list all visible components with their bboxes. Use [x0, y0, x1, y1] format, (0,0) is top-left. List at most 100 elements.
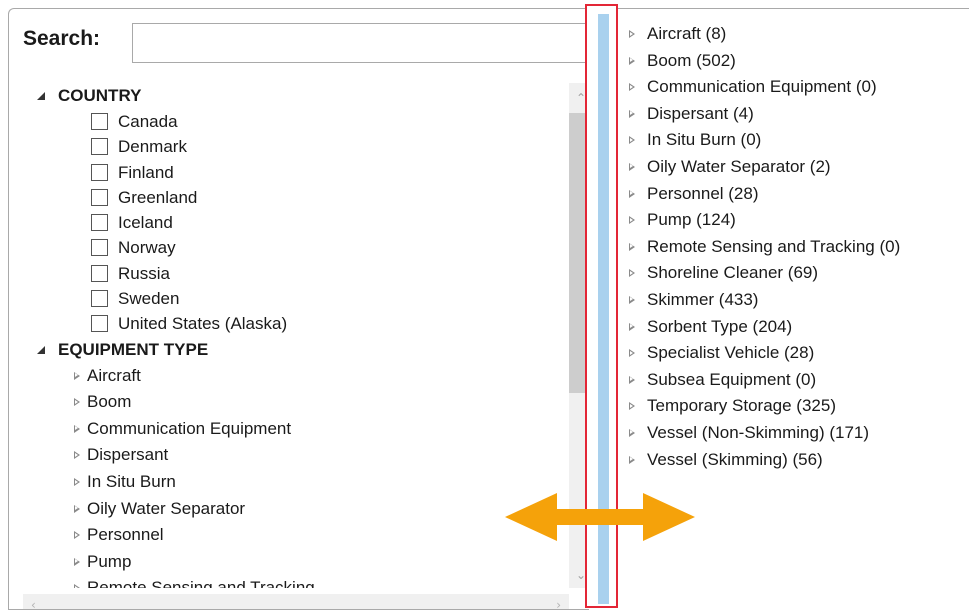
result-remote-sensing-and-tracking[interactable]: Remote Sensing and Tracking (0) — [618, 234, 969, 261]
result-oily-water-separator[interactable]: Oily Water Separator (2) — [618, 154, 969, 181]
equipment-type-remote-sensing-and-tracking[interactable]: Remote Sensing and Tracking — [23, 575, 563, 588]
country-label: Denmark — [118, 137, 187, 157]
result-vessel-skimming[interactable]: Vessel (Skimming) (56) — [618, 447, 969, 474]
scroll-right-icon[interactable]: › — [556, 598, 561, 609]
tree-section-equipment-type[interactable]: EQUIPMENT TYPE — [23, 337, 563, 363]
result-shoreline-cleaner[interactable]: Shoreline Cleaner (69) — [618, 260, 969, 287]
result-label: Pump (124) — [647, 210, 736, 230]
scroll-left-icon[interactable]: ‹ — [31, 598, 36, 609]
equipment-type-label: Aircraft — [87, 365, 141, 385]
checkbox[interactable] — [91, 163, 108, 181]
search-label: Search: — [23, 27, 101, 50]
filter-panel: Search: COUNTRY Canada Denmark Finland G… — [8, 8, 589, 610]
country-option-finland[interactable]: Finland — [23, 160, 563, 185]
country-label: Norway — [118, 238, 176, 258]
equipment-type-in-situ-burn[interactable]: In Situ Burn — [23, 469, 563, 496]
expand-triangle-icon[interactable] — [629, 83, 635, 92]
horizontal-resize-arrow-icon — [505, 493, 695, 541]
country-option-greenland[interactable]: Greenland — [23, 185, 563, 210]
expand-triangle-icon[interactable] — [629, 242, 635, 251]
country-label: Russia — [118, 263, 170, 283]
equipment-type-oily-water-separator[interactable]: Oily Water Separator — [23, 496, 563, 523]
expand-triangle-icon[interactable] — [74, 371, 80, 380]
collapse-triangle-icon[interactable] — [37, 92, 45, 100]
country-label: Finland — [118, 162, 174, 182]
result-dispersant[interactable]: Dispersant (4) — [618, 101, 969, 128]
expand-triangle-icon[interactable] — [629, 375, 635, 384]
country-label: Iceland — [118, 213, 173, 233]
result-label: Aircraft (8) — [647, 24, 727, 43]
equipment-type-boom[interactable]: Boom — [23, 389, 563, 416]
result-specialist-vehicle[interactable]: Specialist Vehicle (28) — [618, 340, 969, 367]
equipment-type-label: Dispersant — [87, 445, 169, 465]
equipment-type-label: Communication Equipment — [87, 418, 292, 438]
country-option-iceland[interactable]: Iceland — [23, 210, 563, 235]
expand-triangle-icon[interactable] — [629, 269, 635, 278]
search-input[interactable] — [132, 23, 589, 63]
expand-triangle-icon[interactable] — [74, 424, 80, 433]
checkbox[interactable] — [91, 290, 108, 308]
country-option-canada[interactable]: Canada — [23, 109, 563, 134]
checkbox[interactable] — [91, 214, 108, 232]
result-pump[interactable]: Pump (124) — [618, 207, 969, 234]
result-communication-equipment[interactable]: Communication Equipment (0) — [618, 74, 969, 101]
expand-triangle-icon[interactable] — [74, 451, 80, 460]
filter-tree: COUNTRY Canada Denmark Finland Greenland… — [23, 83, 563, 588]
checkbox[interactable] — [91, 113, 108, 130]
expand-triangle-icon[interactable] — [629, 216, 635, 225]
country-label: Canada — [118, 112, 178, 131]
expand-triangle-icon[interactable] — [629, 30, 635, 38]
checkbox[interactable] — [91, 138, 108, 156]
country-option-norway[interactable]: Norway — [23, 235, 563, 260]
result-label: Shoreline Cleaner (69) — [647, 263, 819, 283]
result-label: In Situ Burn (0) — [647, 130, 762, 150]
collapse-triangle-icon[interactable] — [37, 345, 45, 354]
result-sorbent-type[interactable]: Sorbent Type (204) — [618, 314, 969, 341]
result-label: Temporary Storage (325) — [647, 396, 836, 416]
country-option-sweden[interactable]: Sweden — [23, 286, 563, 311]
horizontal-scrollbar[interactable]: ‹ › — [23, 594, 569, 609]
expand-triangle-icon[interactable] — [629, 162, 635, 171]
result-boom[interactable]: Boom (502) — [618, 48, 969, 75]
expand-triangle-icon[interactable] — [629, 189, 635, 198]
expand-triangle-icon[interactable] — [74, 531, 80, 540]
result-label: Vessel (Non-Skimming) (171) — [647, 422, 870, 442]
result-label: Boom (502) — [647, 50, 736, 70]
result-skimmer[interactable]: Skimmer (433) — [618, 287, 969, 314]
expand-triangle-icon[interactable] — [74, 478, 80, 487]
country-option-united-states-alaska[interactable]: United States (Alaska) — [23, 311, 563, 336]
expand-triangle-icon[interactable] — [74, 557, 80, 566]
checkbox[interactable] — [91, 264, 108, 282]
equipment-type-pump[interactable]: Pump — [23, 549, 563, 576]
equipment-type-communication-equipment[interactable]: Communication Equipment — [23, 416, 563, 443]
result-personnel[interactable]: Personnel (28) — [618, 181, 969, 208]
expand-triangle-icon[interactable] — [629, 402, 635, 411]
result-in-situ-burn[interactable]: In Situ Burn (0) — [618, 127, 969, 154]
result-label: Remote Sensing and Tracking (0) — [647, 236, 901, 256]
country-option-russia[interactable]: Russia — [23, 261, 563, 286]
expand-triangle-icon[interactable] — [629, 428, 635, 437]
expand-triangle-icon[interactable] — [629, 455, 635, 464]
expand-triangle-icon[interactable] — [629, 136, 635, 145]
expand-triangle-icon[interactable] — [629, 349, 635, 358]
equipment-type-aircraft[interactable]: Aircraft — [23, 363, 563, 390]
tree-section-country[interactable]: COUNTRY — [23, 83, 563, 109]
result-aircraft[interactable]: Aircraft (8) — [618, 21, 969, 48]
result-label: Oily Water Separator (2) — [647, 156, 831, 176]
equipment-type-dispersant[interactable]: Dispersant — [23, 442, 563, 469]
expand-triangle-icon[interactable] — [629, 56, 635, 65]
result-subsea-equipment[interactable]: Subsea Equipment (0) — [618, 367, 969, 394]
equipment-type-personnel[interactable]: Personnel — [23, 522, 563, 549]
checkbox[interactable] — [91, 188, 108, 206]
expand-triangle-icon[interactable] — [629, 109, 635, 118]
country-option-denmark[interactable]: Denmark — [23, 134, 563, 159]
result-temporary-storage[interactable]: Temporary Storage (325) — [618, 393, 969, 420]
expand-triangle-icon[interactable] — [629, 322, 635, 331]
result-vessel-non-skimming[interactable]: Vessel (Non-Skimming) (171) — [618, 420, 969, 447]
expand-triangle-icon[interactable] — [629, 295, 635, 304]
expand-triangle-icon[interactable] — [74, 584, 80, 588]
expand-triangle-icon[interactable] — [74, 398, 80, 407]
expand-triangle-icon[interactable] — [74, 504, 80, 513]
checkbox[interactable] — [91, 315, 108, 333]
checkbox[interactable] — [91, 239, 108, 257]
